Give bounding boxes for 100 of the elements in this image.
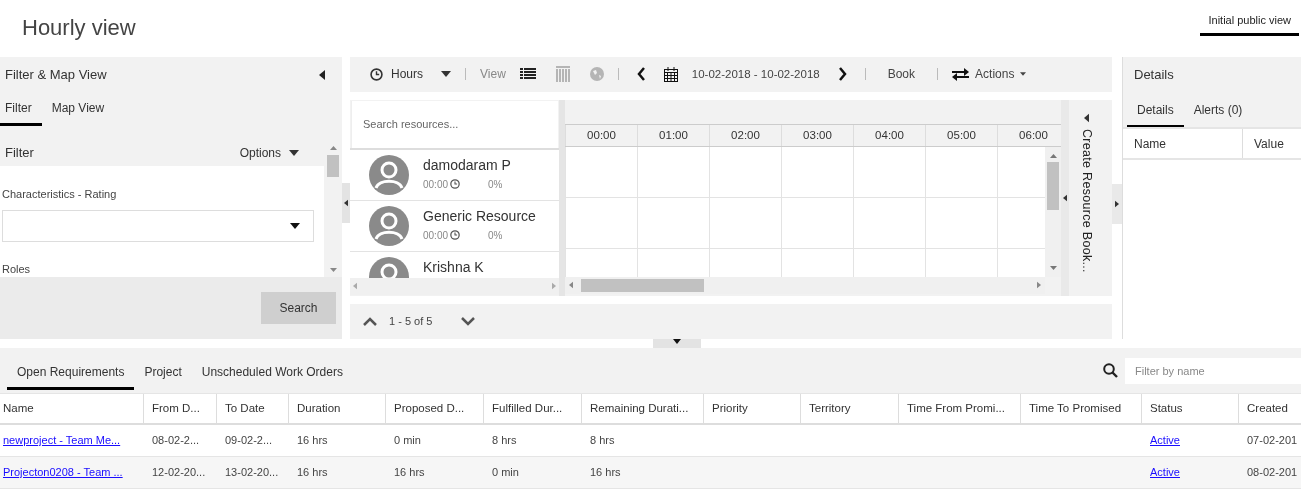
tab[interactable]: Filter <box>0 93 42 126</box>
caret-icon <box>441 71 451 78</box>
view-tab[interactable]: Initial public view <box>1200 12 1299 36</box>
period-dropdown[interactable]: Hours <box>370 65 451 84</box>
table-link[interactable]: Active <box>1150 432 1180 449</box>
search-icon[interactable] <box>1103 363 1118 378</box>
table-cell-text: 0 min <box>394 433 421 449</box>
table-cell-text: 16 hrs <box>590 465 621 481</box>
table-link[interactable]: newproject - Team Me... <box>3 432 121 449</box>
avatar-icon <box>369 154 409 195</box>
filter-field[interactable]: Filter by name <box>1125 357 1301 384</box>
table-link[interactable]: Projecton0208 - Team ... <box>3 464 123 481</box>
column-header: Value <box>1253 135 1285 153</box>
search-button[interactable]: Search <box>261 292 336 324</box>
panel-title: Details <box>1134 66 1174 85</box>
book-button[interactable]: Book <box>879 65 924 84</box>
resource-name: damodaram P <box>423 155 511 175</box>
tab[interactable]: Alerts (0) <box>1183 95 1253 128</box>
table-cell-text: 08-02-2... <box>152 433 200 449</box>
next-page-button[interactable] <box>461 317 475 327</box>
previous-page-button[interactable] <box>363 317 377 327</box>
caret-icon <box>1115 199 1119 209</box>
clock-icon <box>370 67 383 81</box>
booked-time: 00:00 <box>423 177 449 192</box>
list-view-icon[interactable] <box>519 67 536 81</box>
panel-title: Filter & Map View <box>5 66 107 85</box>
hour-header: 03:00 <box>781 124 853 146</box>
scroll-down-icon <box>1049 264 1057 271</box>
caret-icon <box>1084 112 1089 123</box>
utilization: 0% <box>488 228 503 243</box>
column-header[interactable]: Territory <box>800 394 898 423</box>
table-cell-text: 08-02-201 <box>1247 465 1298 481</box>
column-header[interactable]: Duration <box>288 394 385 423</box>
resource-name: Krishna K <box>423 257 484 277</box>
table-link[interactable]: Active <box>1150 464 1180 481</box>
column-header[interactable]: Proposed D... <box>385 394 483 423</box>
utilization: 0% <box>488 177 503 192</box>
column-header[interactable]: Priority <box>703 394 800 423</box>
column-header[interactable]: Fulfilled Dur... <box>483 394 581 423</box>
caret-icon <box>290 222 300 229</box>
table-cell-text: 13-02-20... <box>225 465 279 481</box>
table-cell-text: 16 hrs <box>297 433 328 449</box>
caret-icon <box>1020 71 1027 78</box>
field-label: Roles <box>2 261 32 277</box>
dropdown-field[interactable] <box>2 209 314 242</box>
caret-icon <box>289 149 299 156</box>
column-header[interactable]: Status <box>1141 394 1238 423</box>
column-header[interactable]: Remaining Durati... <box>581 394 703 423</box>
search-field[interactable]: Search resources... <box>351 100 558 148</box>
resource-row[interactable]: damodaram P 00:00 0% <box>350 149 559 201</box>
calendar-icon[interactable] <box>663 66 678 82</box>
hour-header: 00:00 <box>565 124 637 146</box>
field-label: Characteristics - Rating <box>2 187 118 202</box>
caret-icon <box>344 198 348 208</box>
booked-time: 00:00 <box>423 228 449 243</box>
table-cell-text: 16 hrs <box>297 465 328 481</box>
collapse-button[interactable] <box>342 183 350 223</box>
options-button[interactable]: Options <box>239 143 299 162</box>
column-header[interactable]: To Date <box>216 394 288 423</box>
hour-header: 02:00 <box>709 124 781 146</box>
table-cell-text: 16 hrs <box>394 465 425 481</box>
scroll-left-icon <box>569 280 573 291</box>
chevron-up-icon <box>363 317 377 327</box>
scroll-up-icon <box>1049 152 1057 159</box>
clock-icon <box>450 179 461 190</box>
collapse-button[interactable] <box>319 70 325 80</box>
column-header[interactable]: Name <box>0 394 143 423</box>
column-header: Name <box>1123 129 1243 158</box>
scroll-right-icon <box>552 281 556 292</box>
column-header[interactable]: Time From Promi... <box>898 394 1020 423</box>
avatar-icon <box>369 205 409 246</box>
table-cell-text: 8 hrs <box>590 433 615 449</box>
column-header[interactable]: Created <box>1238 394 1301 423</box>
table-cell-text: 09-02-2... <box>225 433 273 449</box>
caret-icon <box>319 70 325 80</box>
collapse-button[interactable] <box>1112 184 1122 224</box>
tab[interactable]: Unscheduled Work Orders <box>191 357 353 390</box>
date-range: 10-02-2018 - 10-02-2018 <box>691 66 820 82</box>
resource-row[interactable]: Generic Resource 00:00 0% <box>350 200 559 252</box>
page-title: Hourly view <box>22 14 136 42</box>
column-header[interactable]: Time To Promised <box>1020 394 1141 423</box>
scrollbar-thumb[interactable] <box>1047 161 1059 210</box>
actions-button[interactable]: Actions <box>952 65 1027 84</box>
scrollbar-thumb[interactable] <box>581 278 704 292</box>
scroll-right-icon <box>1037 280 1041 291</box>
section-title: Filter <box>5 143 34 162</box>
table-cell-text: 12-02-20... <box>152 465 206 481</box>
column-header[interactable]: From D... <box>143 394 216 423</box>
tab[interactable]: Map View <box>41 93 115 126</box>
table-cell-text: 8 hrs <box>492 433 517 449</box>
tab[interactable]: Project <box>134 357 192 390</box>
scrollbar-thumb[interactable] <box>327 155 339 177</box>
table-cell-text: 07-02-201 <box>1247 433 1298 449</box>
collapse-button[interactable] <box>652 339 701 348</box>
scroll-down-icon <box>329 267 337 273</box>
hour-header: 04:00 <box>853 124 925 146</box>
resource-name: Generic Resource <box>423 206 536 226</box>
chevron-right-icon <box>837 67 847 82</box>
view-label: View <box>480 66 506 84</box>
tab[interactable]: Open Requirements <box>7 357 135 390</box>
